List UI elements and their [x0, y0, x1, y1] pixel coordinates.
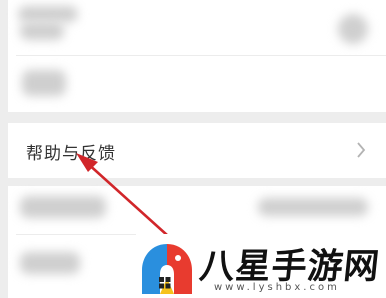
- settings-screen: 帮助与反馈 八星手游网 www.lyshbx.com: [0, 0, 386, 298]
- blurred-item-top: [18, 6, 78, 22]
- blurred-item-label-2[interactable]: [22, 70, 66, 96]
- help-feedback-label: 帮助与反馈: [26, 144, 116, 164]
- windows-start-icon[interactable]: [159, 277, 171, 289]
- blurred-item-label-4[interactable]: [20, 252, 80, 274]
- blurred-item-label-1[interactable]: [20, 22, 64, 40]
- watermark-url: www.lyshbx.com: [214, 282, 340, 293]
- blurred-item-value-3: [258, 198, 368, 216]
- blurred-settings-group-top: [8, 0, 386, 112]
- site-watermark: 八星手游网 www.lyshbx.com: [136, 234, 386, 298]
- chevron-right-icon: [357, 142, 366, 158]
- blurred-item-decoration: [338, 14, 368, 44]
- divider: [16, 55, 386, 56]
- blurred-item-label-3[interactable]: [20, 196, 106, 218]
- help-feedback-row[interactable]: 帮助与反馈: [8, 123, 386, 178]
